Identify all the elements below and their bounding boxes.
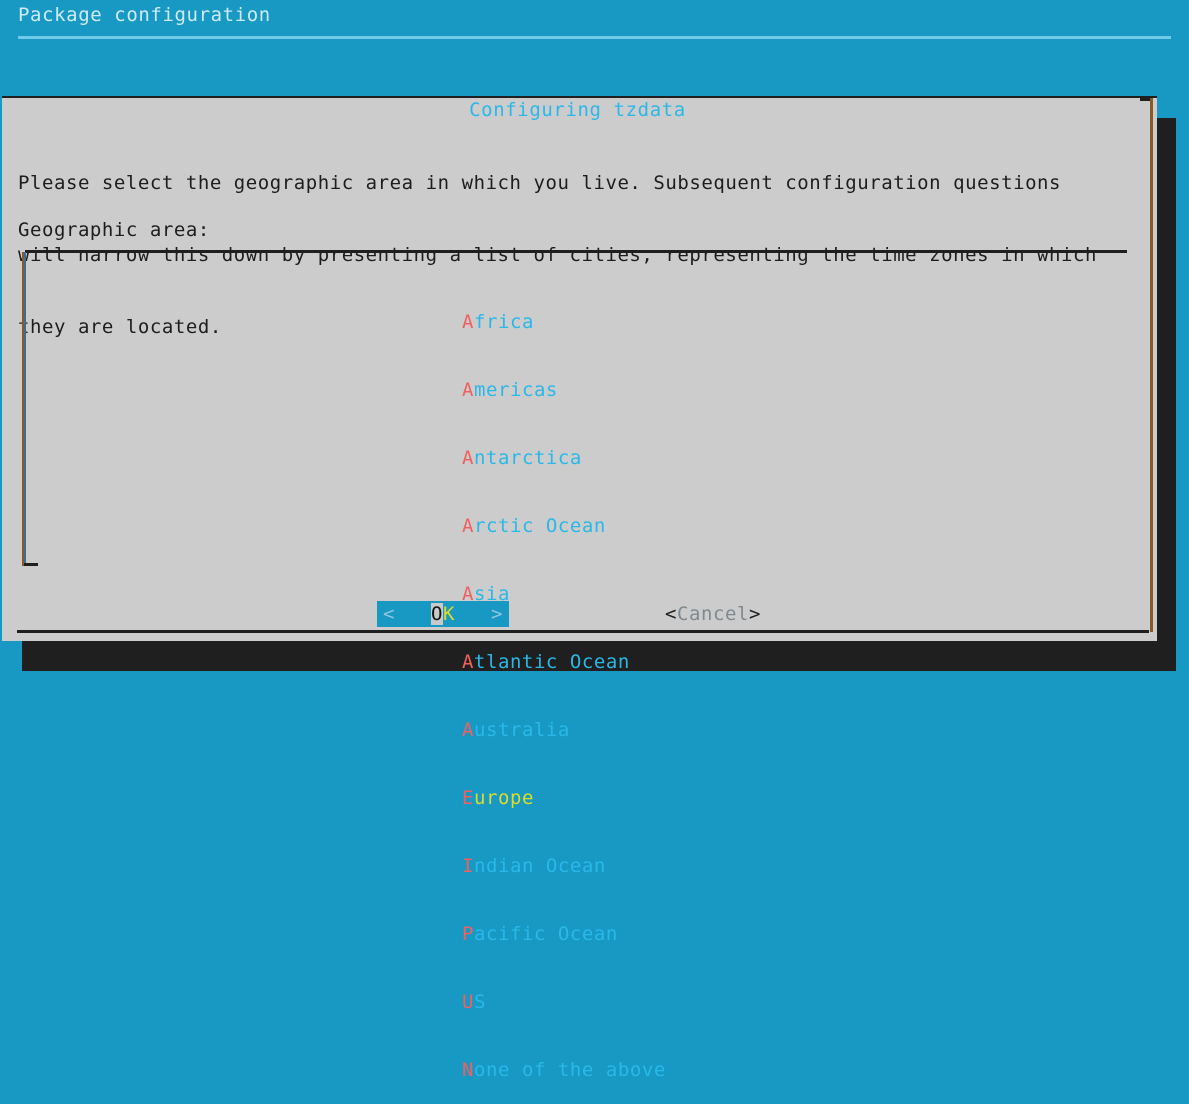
list-item[interactable]: Africa <box>438 310 534 334</box>
item-hotkey: U <box>462 991 474 1013</box>
list-item[interactable]: Australia <box>438 718 570 742</box>
item-label: S <box>474 991 486 1013</box>
item-label: frica <box>474 311 534 333</box>
description-line: Please select the geographic area in whi… <box>18 172 1062 194</box>
dialog-title: Configuring tzdata <box>469 99 686 121</box>
cancel-right-bracket: > <box>748 603 761 625</box>
item-label: acific Ocean <box>474 923 618 945</box>
item-hotkey: I <box>462 855 474 877</box>
item-hotkey: A <box>462 651 474 673</box>
header-title: Package configuration <box>18 4 271 26</box>
ok-label: K <box>442 603 455 625</box>
cancel-left-bracket: < <box>665 603 677 625</box>
list-item-selected[interactable]: Europe <box>438 786 534 810</box>
item-hotkey: P <box>462 923 474 945</box>
item-hotkey: A <box>462 379 474 401</box>
ok-pad-left <box>395 603 431 625</box>
list-item[interactable]: Americas <box>438 378 558 402</box>
item-label: ustralia <box>474 719 570 741</box>
listbox-top-border <box>25 250 1127 253</box>
cancel-button[interactable]: <Cancel> <box>665 601 761 627</box>
list-item[interactable]: Pacific Ocean <box>438 922 618 946</box>
ok-pad-right <box>455 603 491 625</box>
item-hotkey: A <box>462 447 474 469</box>
header-divider <box>18 36 1171 39</box>
item-label: mericas <box>474 379 558 401</box>
geographic-area-label: Geographic area: <box>18 219 210 241</box>
listbox-left-border-inner <box>24 252 26 566</box>
ok-hotkey: O <box>430 603 443 625</box>
item-hotkey: A <box>462 311 474 333</box>
listbox-left-border-foot <box>24 563 38 566</box>
item-label: one of the above <box>474 1059 666 1081</box>
ok-right-bracket: > <box>490 603 503 625</box>
dialog-right-border <box>1150 98 1153 632</box>
package-configuration-header: Package configuration <box>0 0 1189 40</box>
item-label: rctic Ocean <box>474 515 606 537</box>
cancel-label: Cancel <box>677 603 749 625</box>
list-item[interactable]: None of the above <box>438 1058 666 1082</box>
item-label: tlantic Ocean <box>474 651 630 673</box>
list-item[interactable]: Indian Ocean <box>438 854 606 878</box>
list-item[interactable]: Atlantic Ocean <box>438 650 630 674</box>
item-label: ndian Ocean <box>474 855 606 877</box>
geographic-area-options: Africa Americas Antarctica Arctic Ocean … <box>438 266 838 1104</box>
item-hotkey: N <box>462 1059 474 1081</box>
item-hotkey: E <box>462 787 474 809</box>
item-label: urope <box>474 787 534 809</box>
list-item[interactable]: Antarctica <box>438 446 582 470</box>
item-hotkey: A <box>462 515 474 537</box>
ok-button[interactable]: < OK > <box>377 601 509 627</box>
dialog-button-row: < OK > <Cancel> <box>0 601 1155 629</box>
dialog-top-border <box>2 96 1157 98</box>
item-hotkey: A <box>462 719 474 741</box>
ok-left-bracket: < <box>383 603 395 625</box>
list-item[interactable]: US <box>438 990 486 1014</box>
list-item[interactable]: Arctic Ocean <box>438 514 606 538</box>
item-label: ntarctica <box>474 447 582 469</box>
